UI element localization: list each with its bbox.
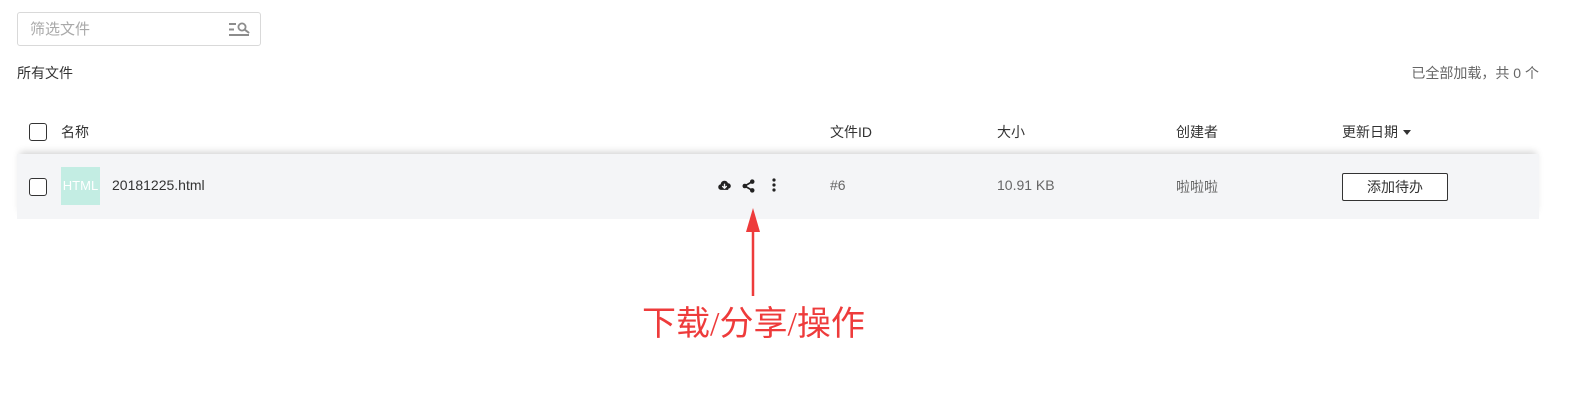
- share-icon[interactable]: [741, 178, 756, 194]
- annotation-arrow: [746, 208, 760, 296]
- caret-down-icon[interactable]: [1403, 130, 1411, 135]
- column-header-updated-label: 更新日期: [1342, 124, 1398, 140]
- html-file-icon: HTML: [61, 167, 100, 205]
- file-id: #6: [830, 177, 846, 193]
- add-todo-button[interactable]: 添加待办: [1342, 173, 1448, 201]
- file-creator: 啦啦啦: [1176, 179, 1218, 195]
- more-vertical-icon[interactable]: [771, 178, 777, 192]
- select-all-checkbox[interactable]: [29, 123, 47, 141]
- table-row[interactable]: HTML 20181225.html #6 10.91 KB 啦啦啦 添加待办: [17, 154, 1539, 219]
- column-header-name[interactable]: 名称: [61, 122, 89, 142]
- cloud-download-icon[interactable]: [717, 178, 732, 193]
- column-header-creator[interactable]: 创建者: [1176, 122, 1218, 142]
- filter-box[interactable]: [17, 12, 261, 46]
- column-header-size[interactable]: 大小: [997, 122, 1025, 142]
- load-status: 已全部加载，共 0 个: [1411, 65, 1539, 81]
- breadcrumb: 所有文件: [17, 65, 73, 81]
- column-header-file-id[interactable]: 文件ID: [830, 122, 872, 142]
- filter-input[interactable]: [18, 13, 230, 45]
- row-checkbox[interactable]: [29, 178, 47, 196]
- column-header-updated[interactable]: 更新日期: [1342, 122, 1411, 142]
- file-size: 10.91 KB: [997, 177, 1055, 193]
- annotation-label: 下载/分享/操作: [642, 306, 865, 343]
- filter-search-icon[interactable]: [229, 22, 251, 37]
- file-name[interactable]: 20181225.html: [112, 177, 205, 193]
